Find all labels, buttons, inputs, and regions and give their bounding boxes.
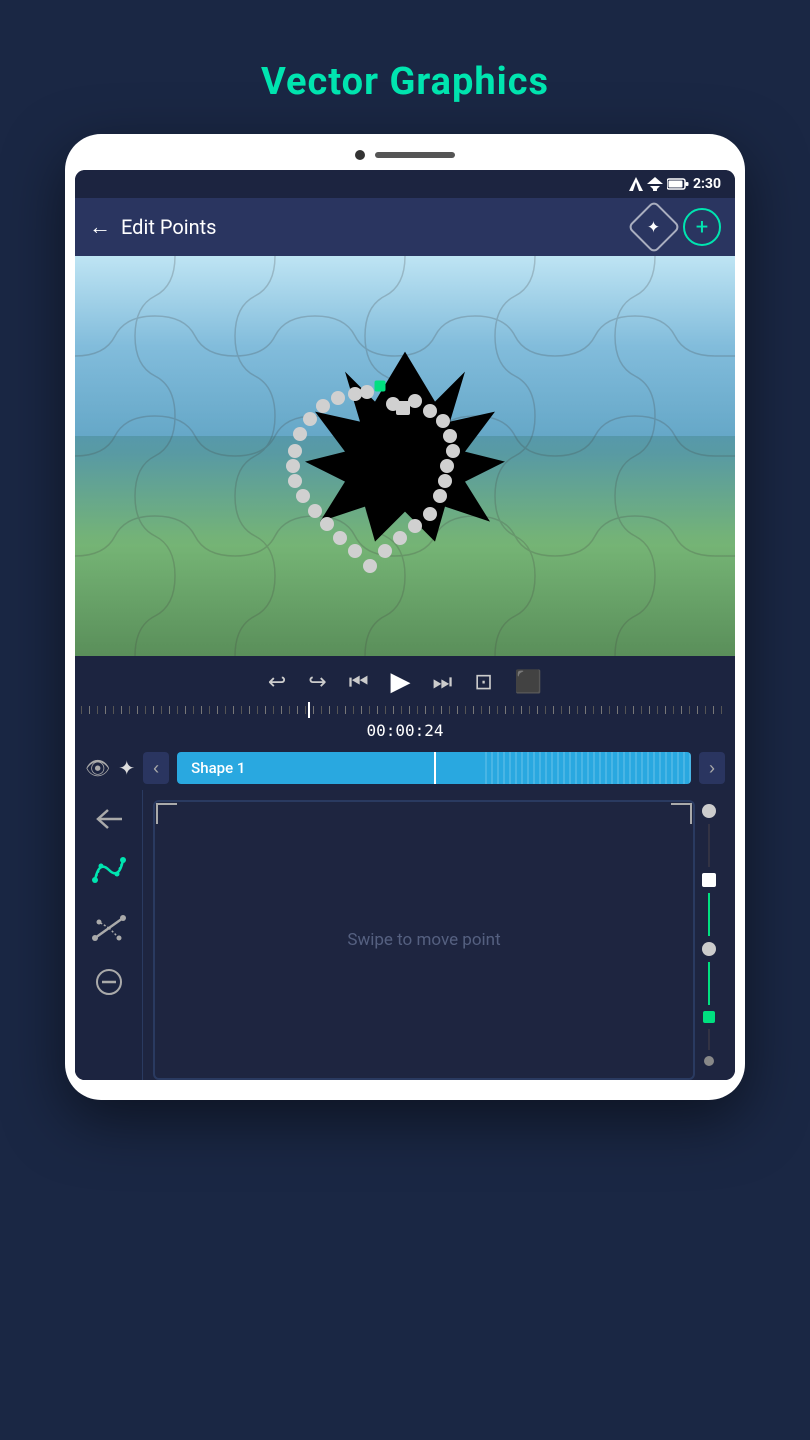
cp18[interactable] — [320, 517, 334, 531]
cp29[interactable] — [360, 385, 374, 399]
cp11[interactable] — [423, 507, 437, 521]
track-prev-button[interactable]: ‹ — [143, 752, 169, 784]
phone-frame: 2:30 ← Edit Points ✦ + — [65, 134, 745, 1100]
timecode-display: 00:00:24 — [366, 721, 443, 740]
bottom-panel: Swipe to move point — [75, 790, 735, 1080]
playback-bar: ↩ ↪ ⏮ ▶ ⏭ ⊡ ⬛ — [75, 656, 735, 701]
bookmark-button[interactable]: ⬛ — [515, 669, 542, 695]
page-title: Vector Graphics — [261, 60, 549, 104]
tool-back-button[interactable] — [96, 808, 122, 830]
add-point-button[interactable]: + — [683, 208, 721, 246]
cp21[interactable] — [288, 474, 302, 488]
cp16[interactable] — [348, 544, 362, 558]
cp23[interactable] — [288, 444, 302, 458]
canvas-area — [75, 256, 735, 656]
swipe-hint-text: Swipe to move point — [347, 930, 500, 950]
status-icons: 2:30 — [629, 176, 721, 192]
timeline-ruler[interactable] — [75, 701, 735, 719]
cp8[interactable] — [440, 459, 454, 473]
corner-bracket-tr — [663, 802, 693, 832]
cp20[interactable] — [296, 489, 310, 503]
diamond-button[interactable]: ✦ — [627, 200, 681, 254]
keyframe-dot-last[interactable] — [704, 1056, 714, 1066]
cp10[interactable] — [433, 489, 447, 503]
keyframe-dot-top[interactable] — [702, 804, 716, 818]
loop-button[interactable]: ⊡ — [474, 669, 492, 695]
battery-icon — [667, 178, 689, 190]
header-left: ← Edit Points — [89, 214, 217, 240]
minus-circle-icon — [95, 968, 123, 996]
skip-end-button[interactable]: ⏭ — [433, 669, 453, 695]
track-next-button[interactable]: › — [699, 752, 725, 784]
phone-screen: 2:30 ← Edit Points ✦ + — [75, 170, 735, 1080]
control-point-top-green[interactable] — [375, 381, 386, 392]
cp22[interactable] — [286, 459, 300, 473]
play-button[interactable]: ▶ — [391, 666, 411, 697]
speaker-bar — [375, 152, 455, 158]
cp7[interactable] — [446, 444, 460, 458]
puzzle-icon[interactable]: ✦ — [118, 756, 135, 780]
shape-track-block[interactable]: Shape 1 — [177, 752, 691, 784]
smooth-curve-icon — [91, 852, 127, 888]
keyframe-dot-middle[interactable] — [702, 942, 716, 956]
cp27[interactable] — [331, 391, 345, 405]
cp5[interactable] — [436, 414, 450, 428]
back-button[interactable]: ← — [89, 214, 111, 240]
playhead-indicator — [308, 702, 310, 718]
cp6[interactable] — [443, 429, 457, 443]
corner-tool[interactable] — [91, 910, 127, 946]
skip-start-button[interactable]: ⏮ — [349, 669, 369, 695]
editable-shape — [305, 342, 505, 562]
cp15[interactable] — [363, 559, 377, 573]
keyframe-dot-bottom-green[interactable] — [703, 1011, 715, 1023]
keyframe-timeline — [697, 790, 721, 1080]
wifi-icon — [647, 177, 663, 191]
cp24[interactable] — [293, 427, 307, 441]
cp14[interactable] — [378, 544, 392, 558]
smooth-curve-tool[interactable] — [91, 852, 127, 888]
phone-top-bar — [75, 150, 735, 160]
cp26[interactable] — [316, 399, 330, 413]
back-arrow-icon — [96, 808, 122, 830]
puzzle-background — [75, 256, 735, 656]
signal-icon — [629, 177, 643, 191]
ruler-line — [81, 706, 729, 714]
camera-dot — [355, 150, 365, 160]
time-display: 2:30 — [693, 176, 721, 192]
keyframe-square[interactable] — [702, 873, 716, 887]
header-right: ✦ + — [635, 208, 721, 246]
track-row: 👁 ✦ ‹ Shape 1 › — [75, 746, 735, 790]
track-block-label: Shape 1 — [191, 759, 245, 777]
cp17[interactable] — [333, 531, 347, 545]
tools-column — [75, 790, 143, 1080]
redo-button[interactable]: ↪ — [308, 669, 326, 695]
cp25[interactable] — [303, 412, 317, 426]
eye-icon[interactable]: 👁 — [85, 756, 110, 780]
delete-point-button[interactable] — [95, 968, 123, 996]
undo-button[interactable]: ↩ — [268, 669, 286, 695]
corner-bracket-tl — [155, 802, 185, 832]
right-panel: Swipe to move point — [143, 790, 735, 1080]
cp9[interactable] — [438, 474, 452, 488]
cp19[interactable] — [308, 504, 322, 518]
cp4[interactable] — [423, 404, 437, 418]
corner-icon — [91, 910, 127, 946]
cp12[interactable] — [408, 519, 422, 533]
app-header: ← Edit Points ✦ + — [75, 198, 735, 256]
track-playhead — [434, 752, 436, 784]
timecode-bar: 00:00:24 — [75, 719, 735, 746]
swipe-area[interactable]: Swipe to move point — [153, 800, 695, 1080]
screen-title: Edit Points — [121, 215, 217, 239]
cp3[interactable] — [408, 394, 422, 408]
cp13[interactable] — [393, 531, 407, 545]
status-bar: 2:30 — [75, 170, 735, 198]
